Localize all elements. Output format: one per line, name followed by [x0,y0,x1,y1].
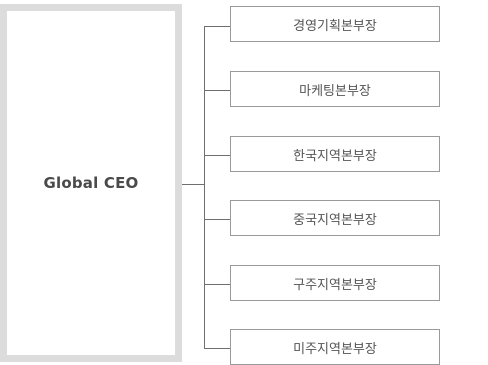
org-chart: Global CEO 경영기획본부장 마케팅본부장 한국지역본부장 중국지역본부… [0,0,488,365]
ceo-connector-line [182,184,204,185]
branch-line [204,90,230,91]
branch-line [204,348,230,349]
ceo-box: Global CEO [0,4,182,362]
dept-label: 구주지역본부장 [293,277,377,293]
vertical-trunk-line [204,26,205,349]
branch-line [204,219,230,220]
dept-box-americas: 미주지역본부장 [230,329,440,365]
branch-line [204,26,230,27]
dept-label: 마케팅본부장 [299,83,371,99]
dept-box-korea: 한국지역본부장 [230,136,440,172]
branch-line [204,284,230,285]
dept-box-management-planning: 경영기획본부장 [230,6,440,42]
dept-label: 중국지역본부장 [293,212,377,228]
dept-label: 미주지역본부장 [293,341,377,357]
branch-line [204,155,230,156]
ceo-label: Global CEO [43,174,139,192]
dept-label: 한국지역본부장 [293,148,377,164]
dept-box-china: 중국지역본부장 [230,200,440,236]
dept-box-marketing: 마케팅본부장 [230,71,440,107]
dept-label: 경영기획본부장 [293,18,377,34]
dept-box-europe: 구주지역본부장 [230,265,440,301]
